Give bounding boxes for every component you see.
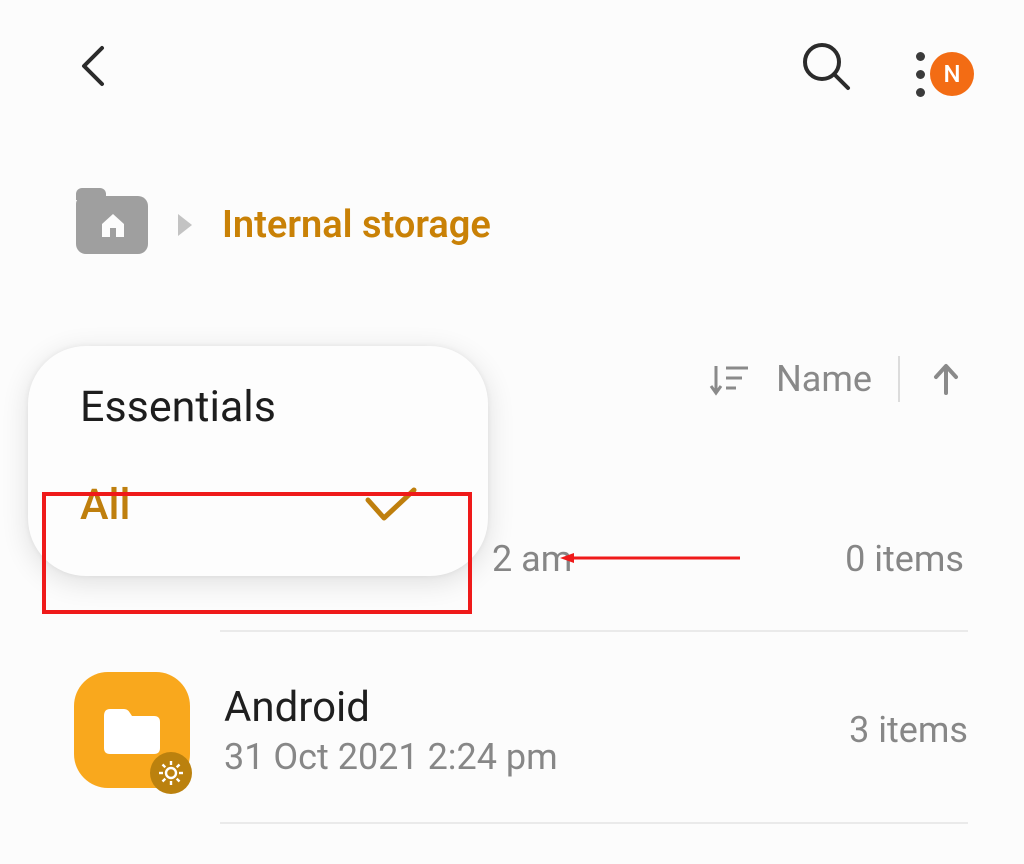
- back-button[interactable]: [70, 42, 118, 90]
- list-item-text: Android 31 Oct 2021 2:24 pm: [224, 683, 849, 778]
- top-bar: N: [0, 26, 1024, 106]
- breadcrumb-current[interactable]: Internal storage: [222, 203, 491, 247]
- list-item-title: Android: [224, 683, 849, 732]
- filter-dropdown: Essentials All: [28, 346, 488, 576]
- home-icon: [98, 210, 128, 240]
- sort-options-button[interactable]: [708, 358, 750, 400]
- folder-icon: [74, 672, 190, 788]
- list-item-count: 0 items: [845, 538, 964, 580]
- breadcrumb-separator-icon: [174, 212, 196, 238]
- sort-direction-button[interactable]: [926, 359, 966, 399]
- list-item-count: 3 items: [849, 709, 968, 751]
- sort-field-button[interactable]: Name: [776, 358, 872, 400]
- list-item-subtitle: 31 Oct 2021 2:24 pm: [224, 736, 849, 778]
- filter-option-label: All: [80, 480, 130, 530]
- filter-option-all[interactable]: All: [28, 458, 488, 552]
- chevron-left-icon: [70, 42, 118, 90]
- list-item[interactable]: Android 31 Oct 2021 2:24 pm 3 items: [74, 672, 968, 788]
- more-icon: [916, 52, 925, 61]
- search-button[interactable]: [798, 38, 854, 94]
- arrow-up-icon: [936, 366, 956, 393]
- list-divider: [220, 630, 968, 632]
- annotation-arrow: [560, 552, 740, 564]
- divider: [898, 356, 900, 402]
- gear-badge-icon: [150, 752, 192, 794]
- search-icon: [798, 38, 854, 94]
- account-avatar[interactable]: N: [930, 52, 974, 96]
- avatar-initial: N: [943, 60, 960, 88]
- list-item-time-partial: 2 am: [492, 538, 572, 580]
- list-divider: [220, 822, 968, 824]
- sort-bar: Name: [708, 356, 966, 402]
- sort-icon: [711, 366, 748, 393]
- filter-option-label: Essentials: [80, 382, 276, 432]
- breadcrumb: Internal storage: [76, 196, 491, 254]
- check-icon: [364, 486, 418, 524]
- home-button[interactable]: [76, 196, 148, 254]
- filter-option-essentials[interactable]: Essentials: [28, 372, 488, 458]
